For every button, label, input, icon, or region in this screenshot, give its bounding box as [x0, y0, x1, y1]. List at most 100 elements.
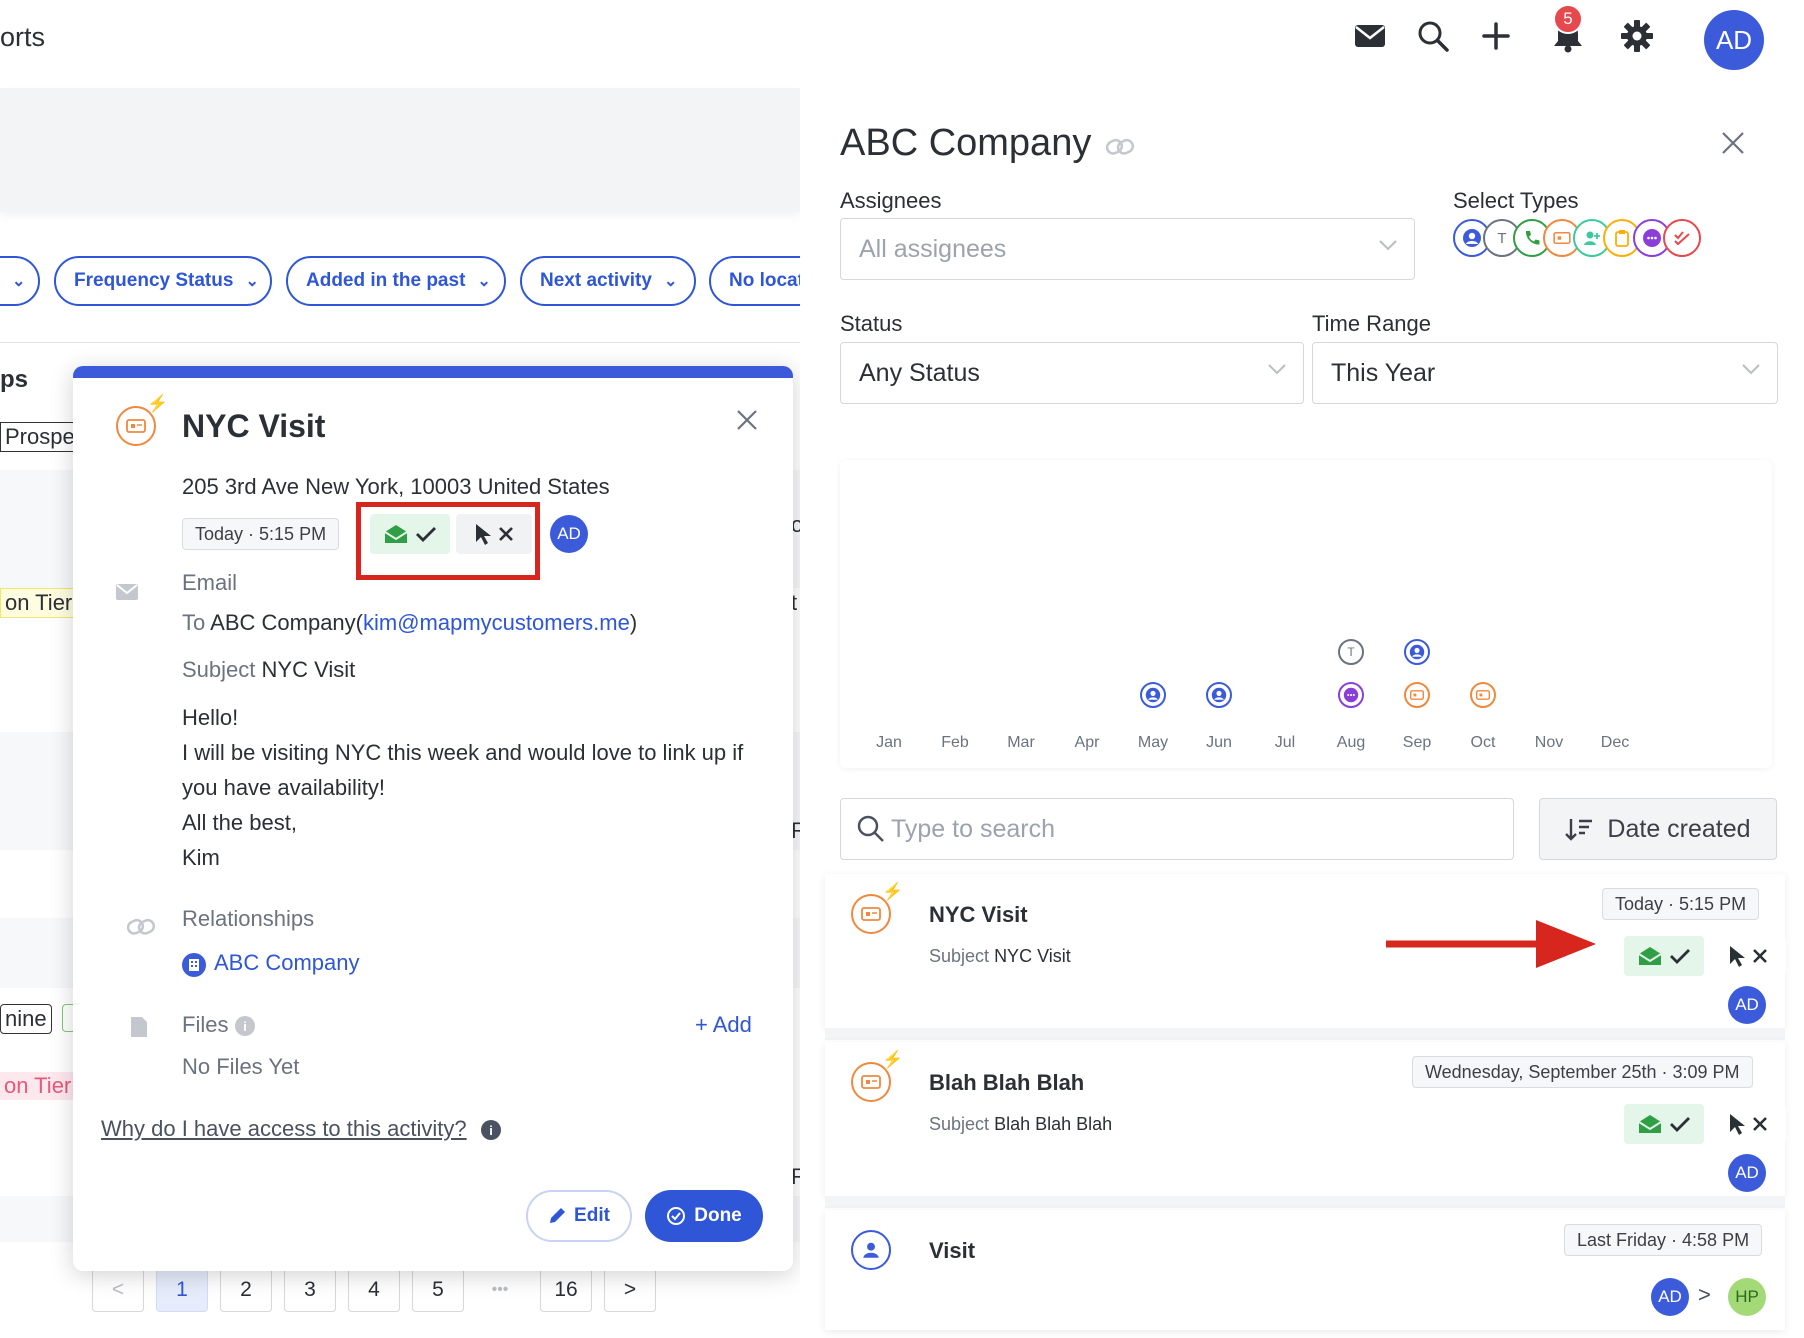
pagination-prev[interactable]: <: [92, 1268, 144, 1312]
time-range-value: This Year: [1331, 358, 1436, 387]
relationships-label: Relationships: [182, 906, 315, 931]
card-separator: [825, 1028, 1785, 1040]
add-file-button[interactable]: + Add: [695, 1012, 752, 1038]
page-title: orts: [0, 22, 46, 52]
recipient-email-link[interactable]: kim@mapmycustomers.me: [363, 610, 630, 635]
assignee-avatar[interactable]: AD: [1728, 1154, 1766, 1192]
close-panel-icon[interactable]: [1720, 130, 1746, 161]
email-subject: Subject NYC Visit: [182, 657, 355, 683]
pagination-page-4[interactable]: 4: [348, 1268, 400, 1312]
sort-descending-icon: [1565, 819, 1593, 841]
check-circle-icon: [667, 1207, 686, 1225]
email-body-line: All the best,: [182, 810, 297, 835]
open-paren: (: [355, 610, 363, 635]
filter-chip-added-in-the-past[interactable]: Added in the past ⌄: [286, 256, 506, 306]
access-reason-link[interactable]: Why do I have access to this activity?: [101, 1116, 467, 1142]
to-company: ABC Company: [210, 610, 356, 635]
select-types-label: Select Types: [1453, 188, 1579, 213]
pagination-page-3[interactable]: 3: [284, 1268, 336, 1312]
month-label-feb: Feb: [941, 734, 969, 751]
pencil-icon: [550, 1208, 566, 1223]
user-avatar[interactable]: AD: [1704, 10, 1764, 70]
status-value: Any Status: [859, 358, 980, 387]
assignees-label: Assignees: [840, 188, 942, 213]
sort-button[interactable]: Date created: [1539, 798, 1777, 860]
timeline-marker-person-icon[interactable]: [1140, 682, 1166, 708]
done-button[interactable]: Done: [645, 1190, 763, 1242]
activity-title: Blah Blah Blah: [929, 1070, 1085, 1095]
month-label-jan: Jan: [876, 734, 902, 751]
assignee-avatar[interactable]: AD: [550, 515, 588, 553]
pagination-next[interactable]: >: [604, 1268, 656, 1312]
filter-chip-frequency-status[interactable]: Frequency Status ⌄: [54, 256, 272, 306]
edit-button[interactable]: Edit: [526, 1190, 632, 1242]
time-range-label: Time Range: [1312, 311, 1432, 336]
email-label: Email: [182, 570, 238, 595]
search-input[interactable]: Type to search: [840, 798, 1514, 860]
assignees-placeholder: All assignees: [859, 234, 1007, 263]
subject-label: Subject: [929, 1114, 990, 1134]
timeline-marker-email-visit-icon[interactable]: [1470, 682, 1496, 708]
close-icon[interactable]: [735, 408, 759, 437]
second-assignee-avatar[interactable]: HP: [1728, 1278, 1766, 1316]
filter-chip-next-activity[interactable]: Next activity ⌄: [520, 256, 696, 306]
subject-value: NYC Visit: [994, 946, 1071, 966]
timeline-marker-email-visit-icon[interactable]: [1404, 682, 1430, 708]
tier-tag: on Tier: [0, 588, 78, 618]
type-filter-task[interactable]: [1663, 219, 1701, 257]
link-icon[interactable]: [1105, 138, 1135, 161]
section-heading: ps: [0, 366, 29, 393]
subject-label: Subject: [929, 946, 990, 966]
activity-card[interactable]: Visit Last Friday · 4:58 PM AD > HP: [825, 1210, 1785, 1330]
filter-label: No locat: [729, 270, 804, 291]
chevron-down-icon: ⌄: [245, 273, 259, 290]
mail-icon[interactable]: [1348, 14, 1392, 58]
arrow-annotation: [1386, 920, 1596, 968]
assignee-avatar[interactable]: AD: [1728, 986, 1766, 1024]
timeline-marker-chat-icon[interactable]: [1338, 682, 1364, 708]
chevron-down-icon: [1742, 364, 1760, 375]
activity-subject: Subject Blah Blah Blah: [929, 1114, 1112, 1135]
edit-label: Edit: [574, 1205, 610, 1226]
timeline-marker-text-T-icon[interactable]: T: [1338, 639, 1364, 665]
assignee-avatar[interactable]: AD: [1651, 1278, 1689, 1316]
time-range-select[interactable]: This Year: [1312, 342, 1778, 404]
clipboard-icon: [1615, 230, 1629, 247]
company-activity-panel: ABC Company Assignees All assignees Sele…: [800, 88, 1804, 1338]
timeline-marker-person-icon[interactable]: [1206, 682, 1232, 708]
x-icon: [1753, 949, 1767, 963]
info-icon[interactable]: i: [235, 1016, 255, 1036]
activity-time: Last Friday · 4:58 PM: [1564, 1224, 1763, 1256]
activity-time: Wednesday, September 25th · 3:09 PM: [1412, 1056, 1753, 1088]
search-icon[interactable]: [1411, 14, 1455, 58]
activity-subject: Subject NYC Visit: [929, 946, 1071, 967]
person-icon: [1463, 229, 1481, 247]
pagination-page-last[interactable]: 16: [540, 1268, 592, 1312]
link-not-clicked-indicator: [1710, 936, 1786, 976]
banner-area: [0, 88, 800, 212]
pagination-page-5[interactable]: 5: [412, 1268, 464, 1312]
timeline-marker-person-icon[interactable]: [1404, 639, 1430, 665]
activity-card[interactable]: ⚡ Blah Blah Blah Subject Blah Blah Blah …: [825, 1042, 1786, 1196]
assignees-select[interactable]: All assignees: [840, 218, 1415, 280]
chevron-down-icon: [1268, 364, 1286, 375]
search-placeholder: Type to search: [891, 814, 1055, 843]
subject-label: Subject: [182, 657, 256, 682]
activity-card[interactable]: ⚡ NYC Visit Subject NYC Visit Today · 5:…: [825, 874, 1786, 1028]
email-icon: [116, 584, 138, 605]
notification-badge: 5: [1553, 4, 1583, 34]
pagination-page-2[interactable]: 2: [220, 1268, 272, 1312]
status-select[interactable]: Any Status: [840, 342, 1304, 404]
gear-icon[interactable]: [1615, 14, 1659, 58]
no-files-text: No Files Yet: [182, 1054, 300, 1079]
month-label-oct: Oct: [1470, 734, 1496, 751]
status-label: Status: [840, 311, 903, 336]
info-icon[interactable]: i: [481, 1120, 501, 1140]
bolt-icon: ⚡: [147, 394, 169, 413]
cursor-icon: [1730, 946, 1745, 967]
plus-icon[interactable]: [1474, 14, 1518, 58]
top-bar: orts 5 AD: [0, 0, 1804, 88]
relationship-company-link[interactable]: ABC Company: [214, 950, 360, 976]
activity-title: Visit: [929, 1238, 976, 1263]
pagination-page-1[interactable]: 1: [156, 1268, 208, 1312]
